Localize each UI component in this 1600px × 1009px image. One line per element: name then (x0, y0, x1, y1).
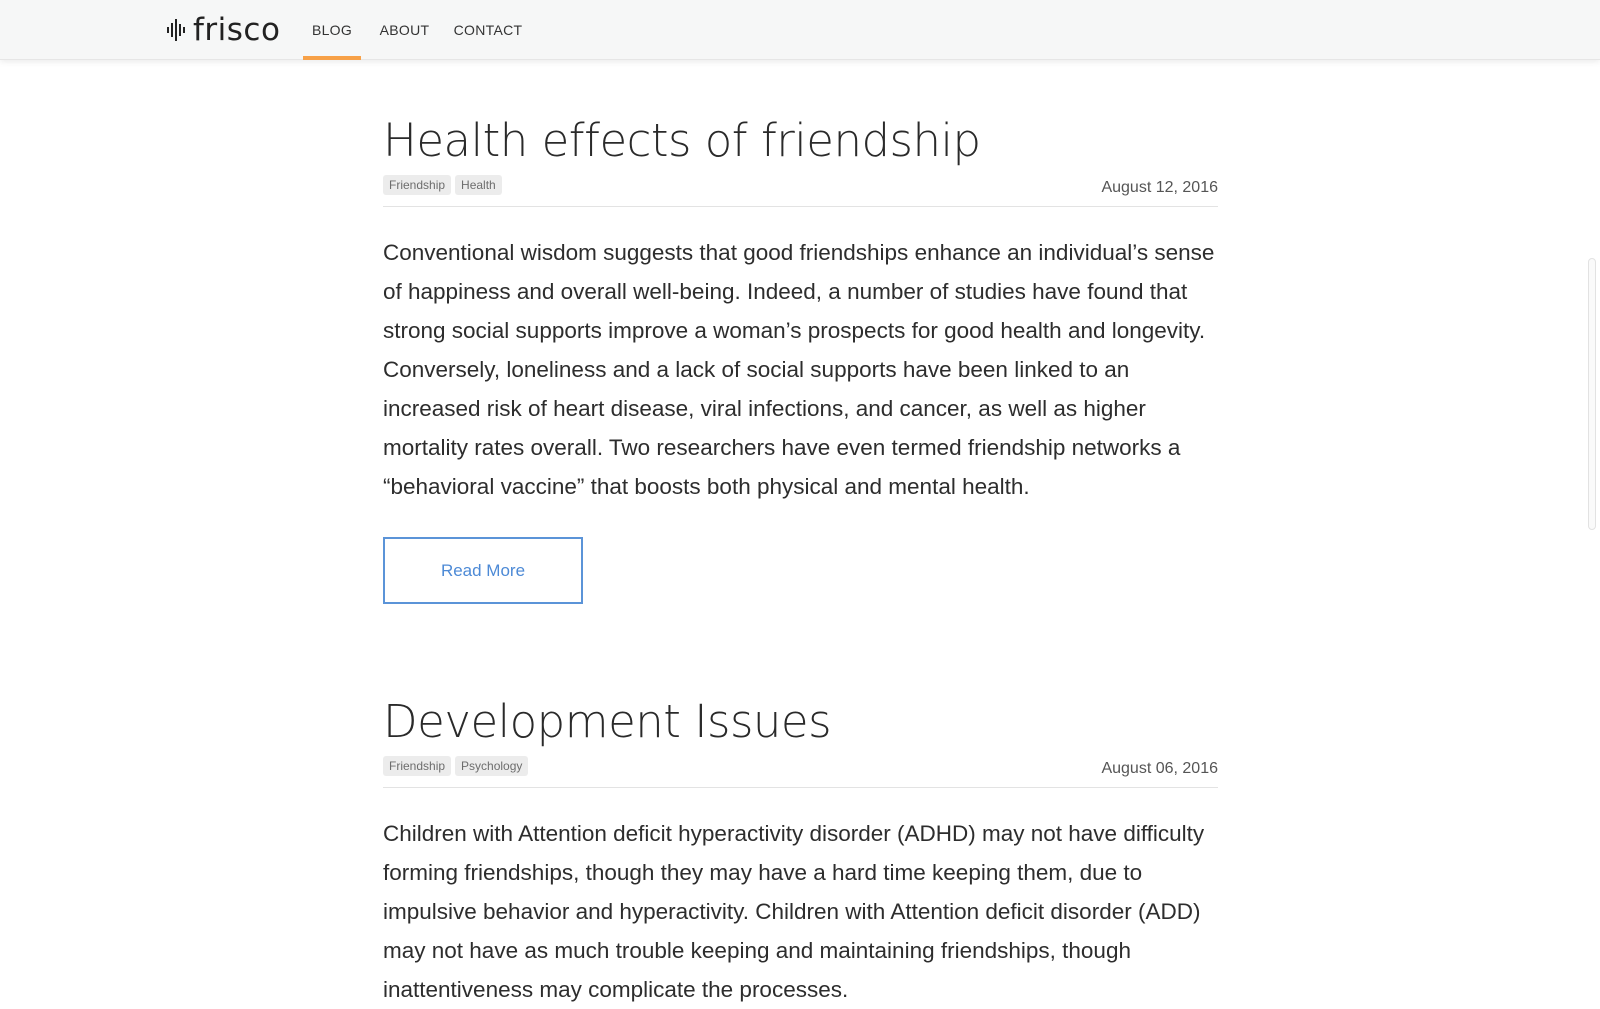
post-tags: Friendship Psychology (383, 756, 532, 776)
nav-item-contact[interactable]: CONTACT (454, 0, 522, 60)
post-date: August 12, 2016 (1101, 179, 1218, 196)
read-more-button[interactable]: Read More (383, 537, 583, 604)
post-meta: Friendship Psychology August 06, 2016 (383, 750, 1218, 788)
site-header: frisco BLOG ABOUT CONTACT (0, 0, 1600, 60)
main-nav: BLOG ABOUT CONTACT (303, 0, 522, 60)
blog-post: Health effects of friendship Friendship … (383, 113, 1218, 604)
tag-health[interactable]: Health (455, 175, 502, 195)
nav-item-about[interactable]: ABOUT (380, 0, 429, 60)
site-logo[interactable]: frisco (167, 12, 280, 48)
tag-psychology[interactable]: Psychology (455, 756, 529, 776)
post-title[interactable]: Health effects of friendship (383, 113, 1218, 169)
tag-friendship[interactable]: Friendship (383, 756, 452, 776)
post-excerpt: Conventional wisdom suggests that good f… (383, 240, 1215, 499)
blog-main: Health effects of friendship Friendship … (383, 60, 1218, 1009)
post-meta: Friendship Health August 12, 2016 (383, 169, 1218, 207)
waveform-icon (167, 19, 185, 41)
post-date: August 06, 2016 (1101, 760, 1218, 777)
blog-post: Development Issues Friendship Psychology… (383, 694, 1218, 1009)
post-tags: Friendship Health (383, 175, 506, 195)
post-excerpt: Children with Attention deficit hyperact… (383, 821, 1205, 1002)
tag-friendship[interactable]: Friendship (383, 175, 452, 195)
logo-text: frisco (193, 12, 281, 48)
scrollbar[interactable] (1588, 258, 1596, 530)
post-title[interactable]: Development Issues (383, 694, 1218, 750)
nav-item-blog[interactable]: BLOG (303, 0, 361, 60)
